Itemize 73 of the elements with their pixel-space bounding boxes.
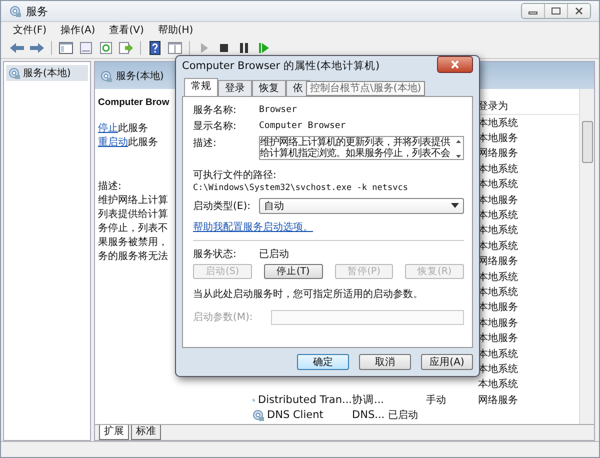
gear-icon <box>8 67 20 79</box>
menu-item[interactable]: 操作(A) <box>60 23 96 37</box>
action-link[interactable]: 停止 <box>98 123 118 134</box>
field-label: 服务名称: <box>193 104 238 117</box>
table-cell: Distributed Tran... <box>258 394 352 406</box>
window-controls[interactable] <box>521 3 591 19</box>
description-text: 果服务被禁用， <box>98 236 168 250</box>
dialog-button[interactable]: 取消 <box>359 354 411 370</box>
gear-icon <box>252 409 264 422</box>
action-link[interactable]: 重启动 <box>98 137 128 148</box>
gear-icon <box>100 70 112 82</box>
field-value: Browser <box>259 105 297 115</box>
dialog-button[interactable]: 应用(A) <box>421 354 473 370</box>
description-text: 务的服务将无法 <box>98 250 168 264</box>
maximize-button[interactable] <box>544 4 567 18</box>
table-cell: DNS Client <box>267 409 324 422</box>
table-cell-text: 协调... <box>352 392 386 407</box>
help-link[interactable]: 帮助我配置服务启动选项。 <box>193 220 464 234</box>
tree-item[interactable]: 服务(本地) <box>6 65 88 81</box>
arrow-right-icon[interactable] <box>29 40 45 56</box>
menu-item[interactable]: 文件(F) <box>13 23 47 37</box>
arrow-left-icon[interactable] <box>9 40 25 56</box>
tree-item-label: 服务(本地) <box>23 66 71 80</box>
refresh-icon[interactable] <box>98 40 114 56</box>
hint-text: 当从此处启动服务时，您可指定所适用的启动参数。 <box>193 288 424 301</box>
dialog-button[interactable]: 确定 <box>297 354 349 370</box>
caret-icon <box>451 202 459 208</box>
panel-icon[interactable] <box>58 40 74 56</box>
tab[interactable]: 常规 <box>184 78 218 96</box>
dialog-title: Computer Browser 的属性(本地计算机) <box>182 59 380 73</box>
export-icon[interactable] <box>118 40 134 56</box>
close-icon <box>574 7 584 15</box>
description-text: 维护网络上计算 <box>98 194 168 208</box>
window-icon[interactable] <box>78 40 94 56</box>
field-label: 服务状态: <box>193 248 238 261</box>
gear-icon <box>9 5 21 17</box>
field-value: Computer Browser <box>259 121 346 131</box>
close-icon <box>450 60 460 68</box>
description-text: 务停止，列表不 <box>98 222 168 236</box>
table-cell-text: DNS... <box>352 409 386 422</box>
panel-title: 服务(本地) <box>116 70 164 82</box>
view-tab[interactable]: 扩展 <box>99 425 129 440</box>
tab[interactable]: 恢复 <box>252 80 286 96</box>
tab[interactable]: 登录 <box>218 80 252 96</box>
help-icon[interactable] <box>147 40 163 56</box>
columns-icon[interactable] <box>167 40 183 56</box>
scrollbar[interactable] <box>579 89 594 424</box>
minimize-button[interactable] <box>522 4 544 18</box>
table-cell-text: 手动 <box>426 394 447 407</box>
close-button[interactable] <box>437 56 473 72</box>
path-text: C:\Windows\System32\svchost.exe -k netsvcs <box>193 183 409 193</box>
window-title: 服务 <box>26 4 48 18</box>
field-label: 描述: <box>193 136 218 150</box>
startup-type-dropdown[interactable]: 自动 <box>259 198 464 214</box>
description-label: 描述: <box>98 180 122 194</box>
tooltip: 控制台根节点\服务(本地) <box>306 81 426 96</box>
table-cell-text: 本地系统 <box>478 378 519 392</box>
view-tab[interactable]: 标准 <box>131 425 161 440</box>
scrollbar-thumb[interactable] <box>582 121 593 163</box>
field-label: 启动参数(M): <box>193 310 254 324</box>
path-label: 可执行文件的路径: <box>193 168 278 182</box>
service-title: Computer Brow <box>98 97 170 108</box>
field-label: 显示名称: <box>193 120 238 133</box>
service-button[interactable]: 停止(T) <box>264 264 322 279</box>
maximize-icon <box>551 7 561 15</box>
close-button[interactable] <box>567 4 590 18</box>
description-text: 列表提供给计算 <box>98 208 168 222</box>
table-cell-text: 已启动 <box>388 408 419 422</box>
table-cell-text: 网络服务 <box>478 394 519 407</box>
field-label: 启动类型(E): <box>193 200 252 212</box>
menu-item[interactable]: 帮助(H) <box>158 23 194 37</box>
status-value: 已启动 <box>259 248 289 261</box>
menu-item[interactable]: 查看(V) <box>109 23 144 37</box>
